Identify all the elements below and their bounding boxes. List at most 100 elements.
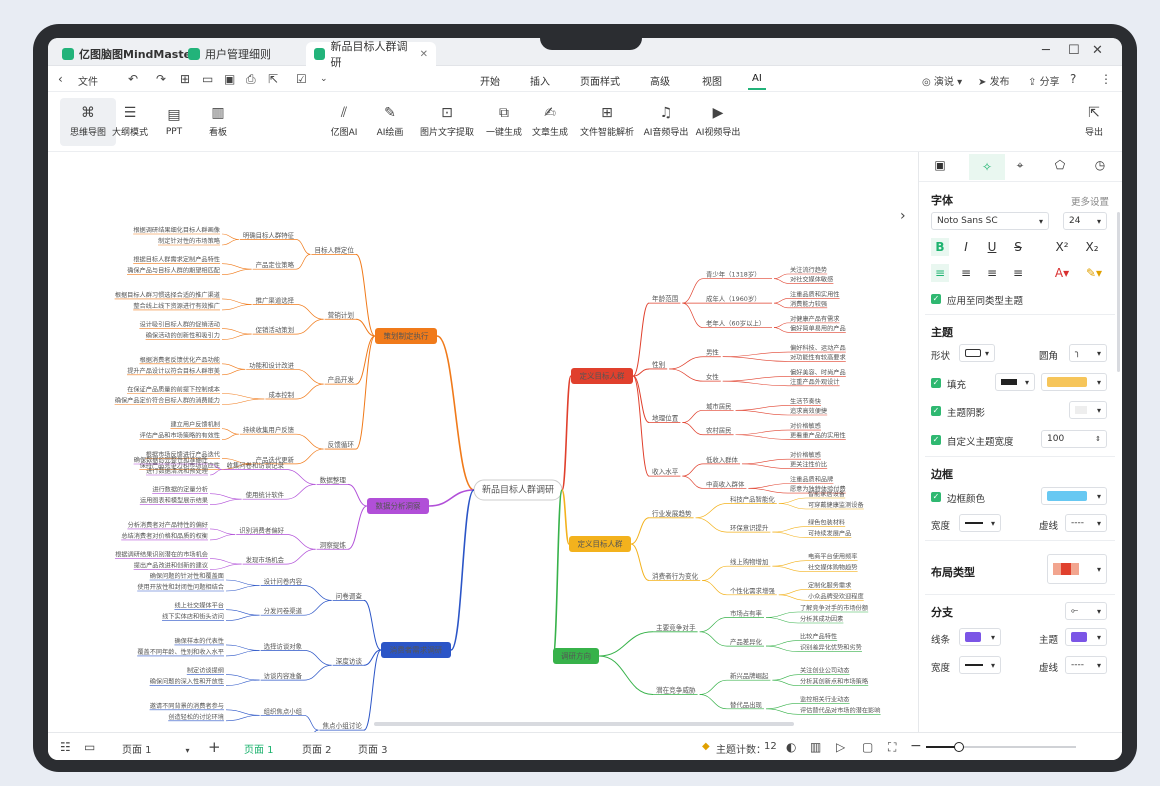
zoom-out-icon[interactable]: −	[910, 738, 922, 754]
horizontal-scrollbar[interactable]	[374, 722, 794, 726]
ai-tool-article[interactable]: ✍ 文章生成	[522, 98, 578, 146]
columns-icon[interactable]: ▥	[810, 740, 821, 754]
align-right-icon[interactable]: ≡	[983, 264, 1001, 282]
font-size-select[interactable]: 24 ▾	[1063, 212, 1107, 230]
more-icon[interactable]: ⋮	[1100, 72, 1112, 86]
outline-toggle-icon[interactable]: ☷	[60, 740, 71, 754]
border-width-select[interactable]: ▾	[959, 514, 1001, 532]
apply-same-checkbox[interactable]: ✓	[931, 294, 941, 304]
align-left-icon[interactable]: ≡	[931, 264, 949, 282]
zoom-slider-handle[interactable]	[954, 742, 964, 752]
custom-width-input[interactable]: 100 ⇕	[1041, 430, 1107, 448]
align-center-icon[interactable]: ≡	[957, 264, 975, 282]
shape-select[interactable]: ▾	[959, 344, 995, 362]
maximize-button[interactable]: ☐	[1068, 43, 1080, 58]
tab-new-product-research[interactable]: 新品目标人群调研 ✕	[306, 40, 436, 69]
chevron-down-icon: ▾	[1096, 660, 1101, 670]
menu-view[interactable]: 视图	[702, 73, 722, 88]
ai-sparkle-icon[interactable]: ✧	[969, 154, 1005, 180]
undo-icon[interactable]: ↶	[128, 72, 138, 86]
minimize-button[interactable]: ─	[1042, 43, 1050, 58]
menu-ai[interactable]: AI	[748, 73, 766, 90]
close-tab-icon[interactable]: ✕	[420, 49, 428, 60]
more-chevron-icon[interactable]: ⌄	[320, 74, 328, 84]
save-icon[interactable]: ▣	[224, 72, 235, 86]
branch-dash-select[interactable]: ---- ▾	[1065, 656, 1107, 674]
ai-tool-video[interactable]: ▶ AI视频导出	[690, 98, 746, 146]
subscript-icon[interactable]: X₂	[1083, 238, 1101, 256]
font-family-select[interactable]: Noto Sans SC ▾	[931, 212, 1049, 230]
highlight-icon[interactable]: ✎▾	[1081, 264, 1107, 282]
open-folder-icon[interactable]: ▭	[202, 72, 213, 86]
redo-icon[interactable]: ↷	[156, 72, 166, 86]
mode-kanban-button[interactable]: ▥ 看板	[190, 98, 246, 146]
file-menu[interactable]: 文件	[78, 73, 98, 88]
fill-color-select[interactable]: ▾	[1041, 373, 1107, 391]
custom-width-checkbox[interactable]: ✓	[931, 435, 941, 445]
menu-start[interactable]: 开始	[480, 73, 500, 88]
export-button[interactable]: ⇱ 导出	[1066, 98, 1122, 146]
underline-icon[interactable]: U	[983, 238, 1001, 256]
print-icon[interactable]: ⎙	[246, 72, 256, 87]
stepper-icon[interactable]: ⇕	[1095, 435, 1101, 443]
page-select[interactable]: 页面 1 ▾	[122, 741, 190, 756]
zoom-slider-track[interactable]	[926, 742, 1076, 752]
ai-tool-paint[interactable]: ✎ AI绘画	[362, 98, 418, 146]
fill-checkbox[interactable]: ✓	[931, 378, 941, 388]
style-icon[interactable]: ▣	[931, 158, 949, 176]
location-icon[interactable]: ⌖	[1011, 158, 1029, 176]
menu-advanced[interactable]: 高级	[650, 73, 670, 88]
new-icon[interactable]: ⊞	[180, 72, 190, 86]
more-settings-link[interactable]: 更多设置	[1071, 194, 1109, 208]
page-tab-2[interactable]: 页面 2	[302, 741, 332, 756]
border-color-select[interactable]: ▾	[1041, 487, 1107, 505]
tab-user-rules[interactable]: 用户管理细则	[180, 42, 279, 66]
branch-line-color-select[interactable]: ▾	[959, 628, 1001, 646]
present-button[interactable]: ◎ 演说 ▾	[922, 73, 962, 88]
help-icon[interactable]: ?	[1070, 72, 1076, 86]
theme-mode-icon[interactable]: ◐	[786, 740, 796, 754]
sub-connector	[347, 505, 368, 550]
shadow-checkbox[interactable]: ✓	[931, 406, 941, 416]
strikethrough-icon[interactable]: S	[1009, 238, 1027, 256]
branch-label: 调研方向	[561, 651, 591, 661]
border-color-checkbox[interactable]: ✓	[931, 492, 941, 502]
theme-icon[interactable]: ⬠	[1051, 158, 1069, 176]
italic-icon[interactable]: I	[957, 238, 975, 256]
mindmap-canvas[interactable]: 新品目标人群调研 策划制定执行 根据调研结果细化目标人群画像 制定针对性的市场策略 明确…	[48, 152, 918, 751]
play-icon[interactable]: ▷	[836, 740, 845, 754]
fill-type-select[interactable]: ▾	[995, 373, 1035, 391]
font-color-icon[interactable]: A▾	[1049, 264, 1075, 282]
add-page-icon[interactable]: +	[208, 738, 221, 756]
leaf-connector	[209, 563, 242, 570]
layout-select[interactable]: ▾	[1047, 554, 1107, 584]
share-button[interactable]: ⇪ 分享	[1028, 73, 1060, 88]
branch-width-select[interactable]: ▾	[959, 656, 1001, 674]
justify-icon[interactable]: ≡	[1009, 264, 1027, 282]
clock-icon[interactable]: ◷	[1091, 158, 1109, 176]
menu-page-style[interactable]: 页面样式	[580, 73, 620, 88]
page-tab-1[interactable]: 页面 1	[244, 741, 274, 760]
export-icon[interactable]: ⇱	[268, 72, 278, 86]
ai-tool-audio[interactable]: ♫ AI音频导出	[638, 98, 694, 146]
branch-style-select[interactable]: ⟜ ▾	[1065, 602, 1107, 620]
page-view-icon[interactable]: ▭	[84, 740, 95, 754]
panel-scrollbar[interactable]	[1117, 212, 1120, 372]
publish-button[interactable]: ➤ 发布	[978, 73, 1010, 88]
collapse-panel-icon[interactable]: ›	[900, 208, 906, 224]
branch-topic-color-select[interactable]: ▾	[1065, 628, 1107, 646]
fullscreen-icon[interactable]: ⛶	[888, 740, 896, 755]
ai-tool-parse[interactable]: ⊞ 文件智能解析	[574, 98, 640, 146]
menu-insert[interactable]: 插入	[530, 73, 550, 88]
shadow-select[interactable]: ▾	[1069, 401, 1107, 419]
bold-icon[interactable]: B	[931, 238, 949, 256]
fit-icon[interactable]: ▢	[862, 740, 873, 754]
border-dash-select[interactable]: ---- ▾	[1065, 514, 1107, 532]
ai-tool-ocr[interactable]: ⊡ 图片文字提取	[414, 98, 480, 146]
page-tab-3[interactable]: 页面 3	[358, 741, 388, 756]
corner-select[interactable]: ╮ ▾	[1069, 344, 1107, 362]
check-icon[interactable]: ☑	[296, 72, 307, 86]
back-icon[interactable]: ‹	[58, 72, 63, 86]
close-button[interactable]: ✕	[1092, 43, 1103, 58]
superscript-icon[interactable]: X²	[1053, 238, 1071, 256]
